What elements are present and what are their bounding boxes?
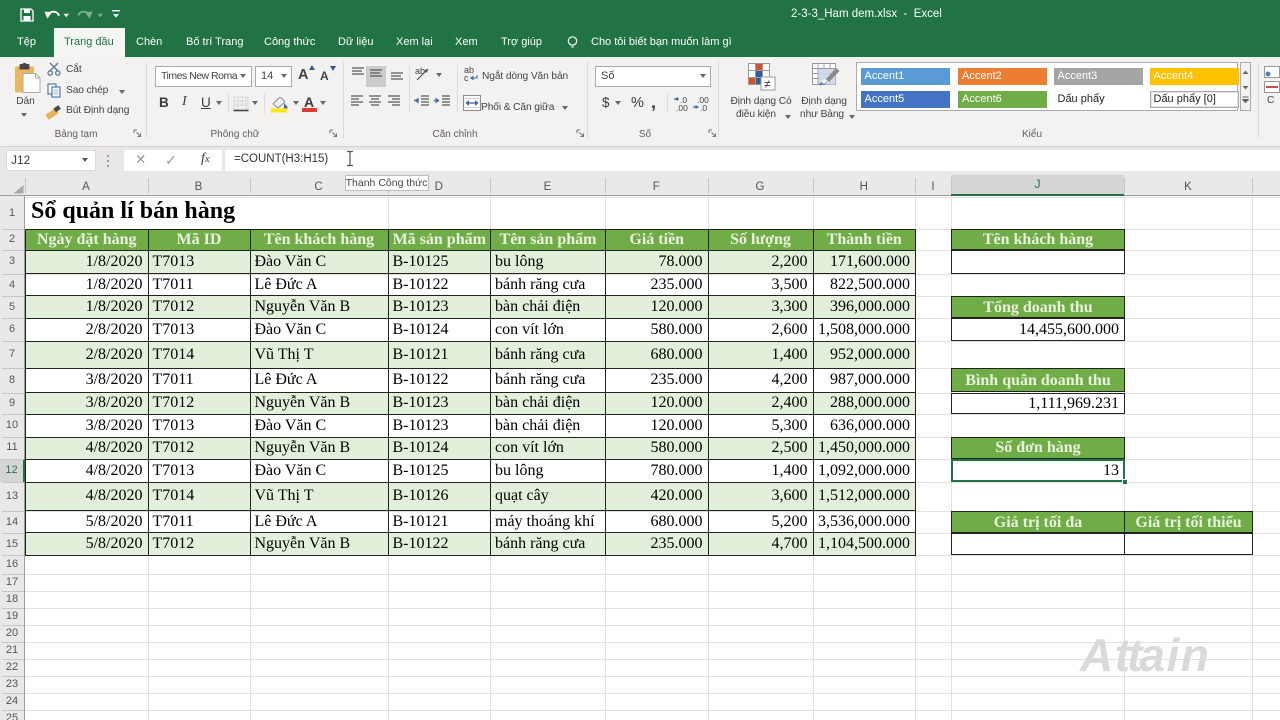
svg-text:.0: .0 xyxy=(700,103,707,112)
svg-text:c: c xyxy=(464,73,469,82)
svg-text:≠: ≠ xyxy=(764,77,771,91)
svg-text:ab: ab xyxy=(415,66,425,76)
svg-text:.00: .00 xyxy=(676,103,688,112)
